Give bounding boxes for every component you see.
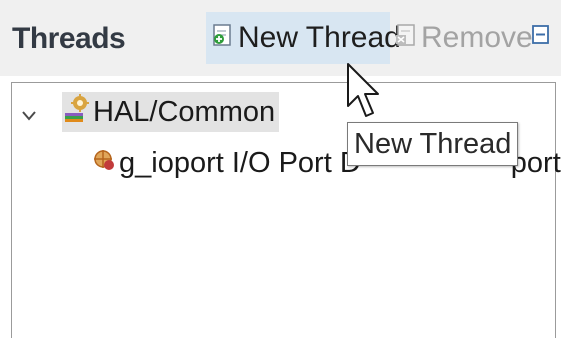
ioport-label-start: g_ioport I/O Port D: [119, 146, 361, 179]
remove-button[interactable]: Remove: [395, 12, 533, 64]
new-thread-icon: [212, 21, 234, 55]
tree-node-hal-common[interactable]: HAL/Common: [22, 92, 280, 132]
hal-common-node[interactable]: HAL/Common: [62, 92, 280, 132]
new-thread-button[interactable]: New Thread: [206, 12, 401, 64]
remove-icon: [395, 21, 417, 55]
ioport-icon: [92, 147, 116, 180]
mouse-pointer-icon: [346, 62, 380, 127]
collapse-all-button[interactable]: [531, 12, 551, 64]
hal-common-label: HAL/Common: [93, 95, 276, 128]
collapse-all-icon: [531, 21, 551, 55]
threads-panel-header: Threads New Thread Remove: [0, 0, 561, 76]
threads-tree[interactable]: HAL/Common g_ioport I/O Port D port: [11, 82, 561, 338]
new-thread-label: New Thread: [238, 21, 401, 54]
hal-gear-icon: [64, 94, 90, 130]
remove-label: Remove: [421, 21, 533, 54]
new-thread-tooltip: New Thread: [347, 122, 519, 166]
panel-title: Threads: [12, 22, 126, 55]
chevron-down-icon[interactable]: [22, 96, 44, 129]
